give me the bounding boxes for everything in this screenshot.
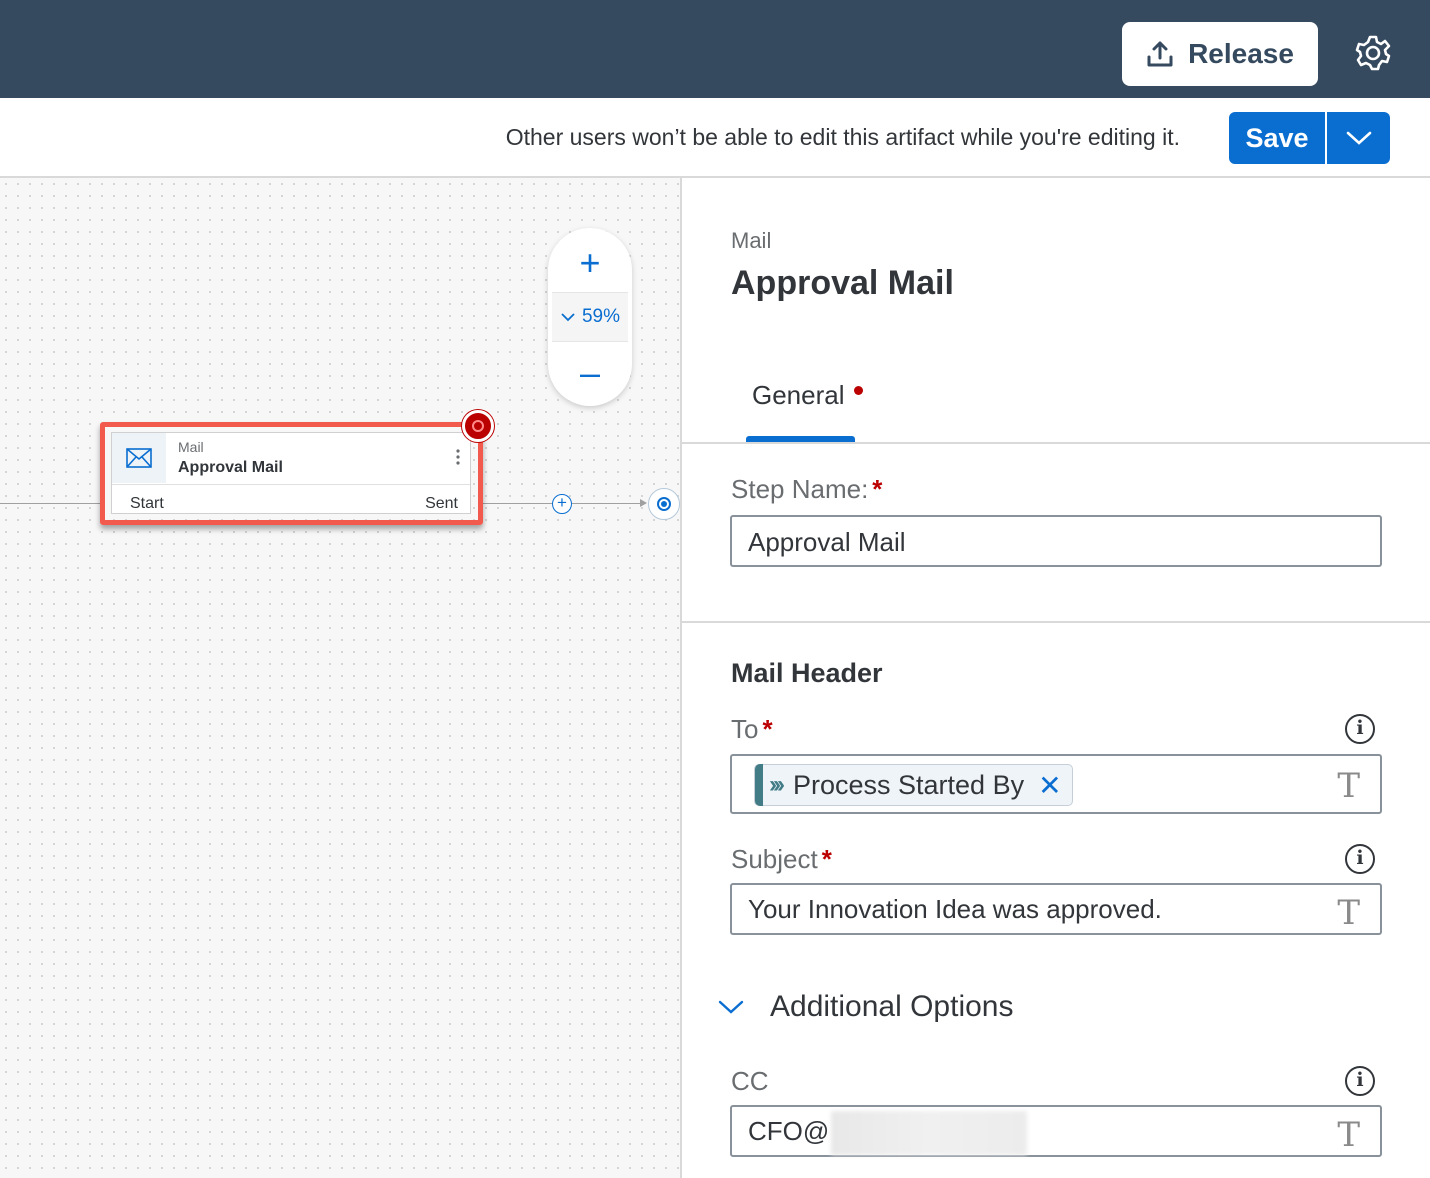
cc-value-wrap: CFO@ xyxy=(748,1111,1028,1156)
step-title: Approval Mail xyxy=(178,459,283,476)
to-input[interactable]: ››› Process Started By ✕ T xyxy=(730,754,1382,814)
process-variable-icon: ››› xyxy=(769,771,785,798)
save-split-button: Save xyxy=(1229,112,1390,164)
shell-bar: Release xyxy=(0,0,1430,98)
zoom-control: + 59% – xyxy=(548,228,632,406)
cc-label: CC xyxy=(731,1066,769,1096)
release-button[interactable]: Release xyxy=(1122,22,1318,86)
text-type-icon[interactable]: T xyxy=(1337,1115,1360,1155)
gear-icon[interactable] xyxy=(1354,34,1392,72)
step-end-label: Sent xyxy=(425,495,458,512)
step-name-label-text: Step Name: xyxy=(731,474,869,504)
save-menu-button[interactable] xyxy=(1327,112,1390,164)
cc-info-icon[interactable]: i xyxy=(1345,1066,1375,1096)
additional-options-label: Additional Options xyxy=(770,990,1014,1023)
section-divider xyxy=(682,621,1430,623)
step-name-value: Approval Mail xyxy=(748,527,906,557)
add-step-button[interactable]: + xyxy=(552,494,572,514)
zoom-level: 59% xyxy=(581,306,621,327)
cc-value: CFO@ xyxy=(748,1116,830,1146)
tab-general[interactable]: General xyxy=(752,380,845,411)
recipient-token[interactable]: ››› Process Started By ✕ xyxy=(754,764,1073,806)
save-button[interactable]: Save xyxy=(1229,112,1325,164)
edit-lock-notice: Other users won’t be able to edit this a… xyxy=(505,124,1180,150)
step-name-input[interactable]: Approval Mail xyxy=(730,515,1382,567)
step-start-label: Start xyxy=(130,495,164,512)
zoom-level-select[interactable]: 59% xyxy=(552,292,628,342)
step-name-label: Step Name: * xyxy=(731,474,882,505)
step-separator xyxy=(112,484,470,485)
upload-icon xyxy=(1147,41,1173,67)
plus-icon: + xyxy=(579,242,601,283)
text-type-icon[interactable]: T xyxy=(1337,893,1360,933)
step-type: Mail xyxy=(178,439,204,455)
zoom-out-button[interactable]: – xyxy=(548,348,632,398)
mail-header-title: Mail Header xyxy=(731,658,883,688)
additional-options-toggle[interactable]: Additional Options xyxy=(718,990,1014,1024)
chevron-down-icon xyxy=(1346,131,1371,145)
panel-title: Approval Mail xyxy=(731,264,954,302)
connector-arrow xyxy=(640,499,647,507)
envelope-icon xyxy=(126,448,152,468)
chevron-down-icon xyxy=(718,1000,744,1014)
minus-icon: – xyxy=(579,352,601,393)
token-color-bar xyxy=(755,764,763,806)
step-icon-area xyxy=(112,433,166,483)
more-vertical-icon[interactable] xyxy=(454,447,462,467)
cc-input[interactable]: CFO@ T xyxy=(730,1105,1382,1157)
token-label: Process Started By xyxy=(792,769,1025,800)
end-event-icon xyxy=(657,497,671,511)
text-type-icon[interactable]: T xyxy=(1337,766,1360,806)
mail-step-card[interactable]: Mail Approval Mail Start Sent xyxy=(111,432,471,514)
subject-label: Subject * xyxy=(731,844,832,875)
required-marker: * xyxy=(872,474,883,504)
subject-value: Your Innovation Idea was approved. xyxy=(748,894,1162,924)
error-indicator-icon[interactable] xyxy=(462,410,494,442)
subject-input[interactable]: Your Innovation Idea was approved. T xyxy=(730,883,1382,935)
zoom-in-button[interactable]: + xyxy=(548,238,632,288)
edit-toolbar: Other users won’t be able to edit this a… xyxy=(0,98,1430,178)
connector-line xyxy=(0,503,102,504)
required-marker: * xyxy=(821,844,832,874)
to-label-text: To xyxy=(731,714,759,744)
tab-bar-line xyxy=(682,442,1430,444)
to-label: To * xyxy=(731,714,773,745)
release-label: Release xyxy=(1188,38,1294,69)
chevron-down-icon xyxy=(561,313,575,322)
properties-panel: Mail Approval Mail General Step Name: * A… xyxy=(682,178,1430,1178)
required-marker: * xyxy=(762,714,773,744)
subject-label-text: Subject xyxy=(731,844,818,874)
end-event-node[interactable] xyxy=(648,488,680,520)
redacted-email-domain xyxy=(831,1111,1028,1156)
to-info-icon[interactable]: i xyxy=(1345,714,1375,744)
subject-info-icon[interactable]: i xyxy=(1345,844,1375,874)
panel-step-type: Mail xyxy=(731,228,772,253)
tab-error-dot xyxy=(854,386,863,395)
token-remove-icon[interactable]: ✕ xyxy=(1038,769,1061,802)
